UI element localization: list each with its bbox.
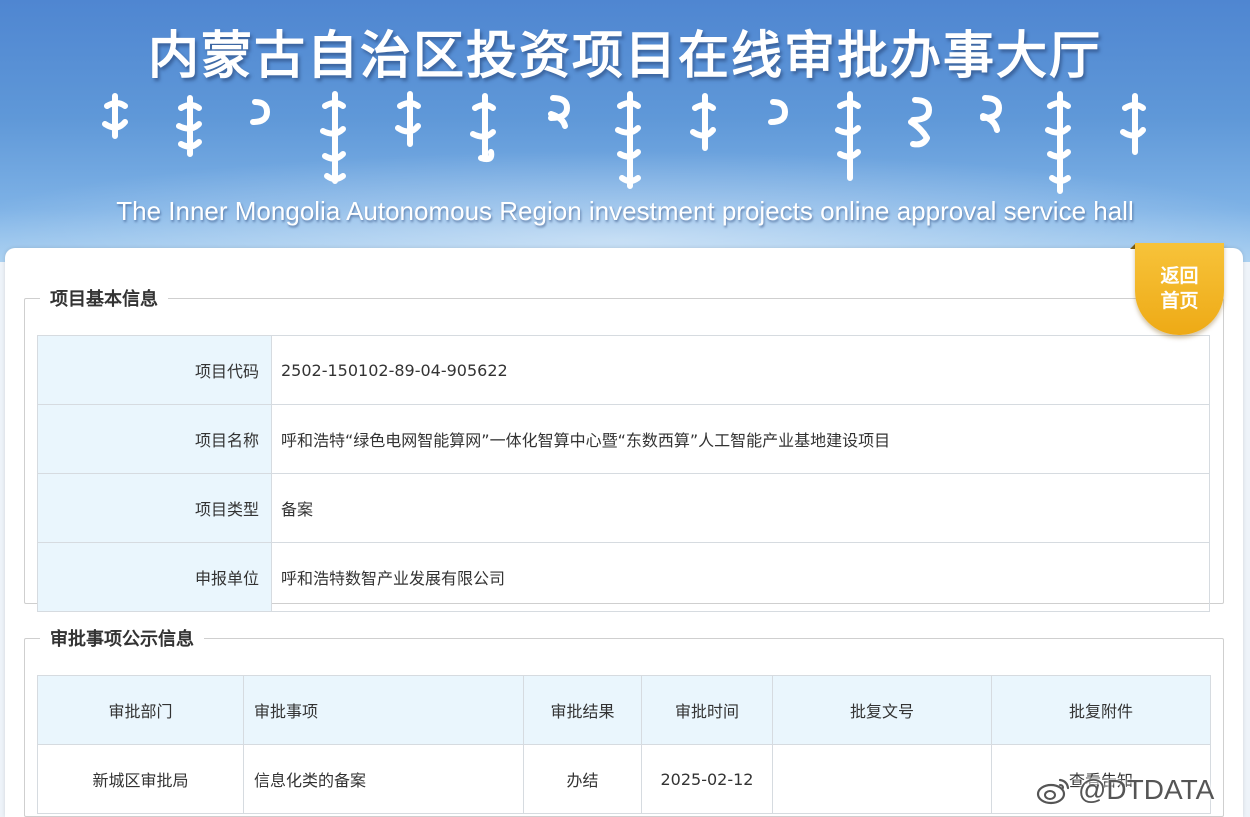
row-label: 申报单位 [37, 542, 272, 612]
table-row: 新城区审批局 信息化类的备案 办结 2025-02-12 查看告知 [37, 744, 1211, 814]
back-home-button[interactable]: 返回 首页 [1135, 243, 1224, 335]
row-label: 项目代码 [37, 335, 272, 405]
col-header-department: 审批部门 [37, 675, 244, 745]
table-row: 项目代码 2502-150102-89-04-905622 [37, 335, 1210, 405]
cell-department: 新城区审批局 [37, 744, 244, 814]
approval-table: 审批部门 审批事项 审批结果 审批时间 批复文号 批复附件 新城区审批局 信息化… [37, 675, 1211, 814]
basic-info-table: 项目代码 2502-150102-89-04-905622 项目名称 呼和浩特“… [37, 335, 1210, 612]
weibo-icon [1036, 778, 1070, 805]
col-header-doc-number: 批复文号 [772, 675, 992, 745]
watermark: @DTDATA [1036, 770, 1214, 810]
watermark-text: @DTDATA [1078, 774, 1215, 805]
applicant-value: 呼和浩特数智产业发展有限公司 [271, 542, 1210, 612]
col-header-matter: 审批事项 [243, 675, 524, 745]
row-label: 项目类型 [37, 473, 272, 543]
project-code-value: 2502-150102-89-04-905622 [271, 335, 1210, 405]
table-row: 申报单位 呼和浩特数智产业发展有限公司 [37, 542, 1210, 612]
project-name-value: 呼和浩特“绿色电网智能算网”一体化智算中心暨“东数西算”人工智能产业基地建设项目 [271, 404, 1210, 474]
site-subtitle: The Inner Mongolia Autonomous Region inv… [116, 196, 1134, 226]
basic-info-section: 项目基本信息 项目代码 2502-150102-89-04-905622 项目名… [24, 285, 1224, 612]
row-label: 项目名称 [37, 404, 272, 474]
approval-info-legend: 审批事项公示信息 [50, 629, 194, 650]
col-header-date: 审批时间 [641, 675, 773, 745]
back-home-label-line2: 首页 [1160, 290, 1199, 312]
table-row: 项目名称 呼和浩特“绿色电网智能算网”一体化智算中心暨“东数西算”人工智能产业基… [37, 404, 1210, 474]
site-title: 内蒙古自治区投资项目在线审批办事大厅 [147, 26, 1102, 86]
cell-doc-number [772, 744, 992, 814]
table-header-row: 审批部门 审批事项 审批结果 审批时间 批复文号 批复附件 [37, 675, 1211, 745]
col-header-attachment: 批复附件 [991, 675, 1211, 745]
col-header-result: 审批结果 [523, 675, 642, 745]
mongolian-script-icon [102, 91, 1146, 194]
back-home-label-line1: 返回 [1160, 265, 1199, 287]
cell-result: 办结 [523, 744, 642, 814]
cell-matter: 信息化类的备案 [243, 744, 524, 814]
project-type-value: 备案 [271, 473, 1210, 543]
basic-info-legend: 项目基本信息 [50, 289, 158, 310]
table-row: 项目类型 备案 [37, 473, 1210, 543]
header-banner: 内蒙古自治区投资项目在线审批办事大厅 The Inner Mongolia Au… [0, 0, 1250, 262]
cell-date: 2025-02-12 [641, 744, 773, 814]
